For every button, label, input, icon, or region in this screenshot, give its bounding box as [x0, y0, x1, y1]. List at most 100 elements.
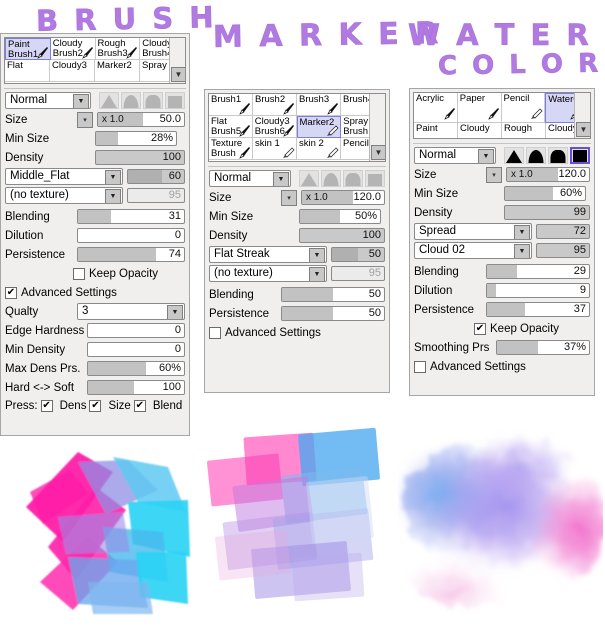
brush-shape-texture-slider[interactable]: 72: [536, 224, 590, 239]
brush-selector-grid[interactable]: Acrylic Paper Pencil WaterCo Paint Cloud…: [413, 92, 591, 139]
chevron-down-icon[interactable]: ▼: [371, 145, 385, 160]
size-unit-toggle[interactable]: ▾: [77, 111, 93, 128]
advanced-settings-checkbox[interactable]: [209, 326, 221, 339]
keep-opacity-checkbox[interactable]: ✔: [474, 322, 486, 335]
brush-grid-scrollbar[interactable]: ▼: [369, 94, 385, 161]
persistence-slider[interactable]: 50: [281, 306, 385, 321]
density-slider[interactable]: 100: [95, 150, 185, 165]
brush-cell-texture-brush[interactable]: Texture Brush: [209, 138, 253, 160]
blend-mode-select[interactable]: Normal ▼: [414, 147, 496, 164]
dilution-slider[interactable]: 9: [486, 283, 590, 298]
brush-shape-round[interactable]: [526, 147, 546, 164]
blend-mode-select[interactable]: Normal ▼: [209, 170, 291, 187]
brush-cell-brush1[interactable]: Brush1: [209, 94, 253, 116]
brush-cell-marker2[interactable]: Marker2: [296, 116, 342, 138]
brush-cell-skin-1[interactable]: skin 1: [253, 138, 297, 160]
paper-texture-select[interactable]: Cloud 02 ▼: [414, 242, 532, 259]
chevron-down-icon[interactable]: ▼: [171, 67, 185, 82]
brush-shape-flat-round[interactable]: [343, 170, 363, 187]
brush-cell-cloudy[interactable]: Cloudy: [458, 123, 502, 138]
brush-shape-texture-select[interactable]: Flat Streak ▼: [209, 246, 327, 263]
size-slider[interactable]: x 1.0 120.0: [301, 190, 385, 205]
persistence-slider[interactable]: 74: [77, 247, 185, 262]
hard-soft-slider[interactable]: 100: [87, 380, 185, 395]
advanced-settings-checkbox[interactable]: [414, 360, 426, 373]
smoothing-prs-slider[interactable]: 37%: [496, 340, 590, 355]
brush-shape-triangle[interactable]: [99, 92, 119, 109]
chevron-down-icon[interactable]: ▼: [576, 122, 590, 137]
brush-shape-texture-select[interactable]: Spread ▼: [414, 223, 532, 240]
chevron-down-icon[interactable]: ▼: [514, 244, 530, 258]
brush-shape-selector[interactable]: [504, 147, 590, 164]
chevron-down-icon[interactable]: ▼: [309, 267, 325, 281]
brush-cell-cloudy3[interactable]: Cloudy3: [50, 60, 95, 82]
brush-cell-paint-brush1[interactable]: Paint Brush1: [5, 38, 51, 60]
chevron-down-icon[interactable]: ▼: [105, 189, 121, 203]
chevron-down-icon[interactable]: ▼: [167, 305, 183, 319]
pressure-blend-checkbox[interactable]: ✔: [133, 400, 146, 412]
chevron-down-icon[interactable]: ▼: [273, 172, 289, 186]
brush-cell-pencil[interactable]: Pencil: [501, 93, 546, 123]
brush-cell-brush2[interactable]: Brush2: [253, 94, 297, 116]
brush-selector-grid[interactable]: Paint Brush1 Cloudy Brush2 Rough Brush3 …: [4, 37, 186, 84]
brush-cell-brush3[interactable]: Brush3: [297, 94, 341, 116]
min-size-slider[interactable]: 60%: [504, 186, 586, 201]
blending-slider[interactable]: 29: [486, 264, 590, 279]
paper-texture-select[interactable]: (no texture) ▼: [209, 265, 327, 282]
chevron-down-icon[interactable]: ▼: [309, 248, 325, 262]
blending-slider[interactable]: 50: [281, 287, 385, 302]
brush-shape-square[interactable]: [165, 92, 185, 109]
brush-selector-grid[interactable]: Brush1 Brush2 Brush3 Brush4 Flat Brush5 …: [208, 93, 386, 162]
brush-cell-flat-brush5[interactable]: Flat Brush5: [209, 116, 253, 138]
brush-shape-flat-round[interactable]: [143, 92, 163, 109]
density-slider[interactable]: 100: [299, 228, 385, 243]
blend-mode-select[interactable]: Normal ▼: [5, 92, 91, 109]
blending-slider[interactable]: 31: [77, 209, 185, 224]
brush-cell-skin-2[interactable]: skin 2: [297, 138, 341, 160]
paper-texture-select[interactable]: (no texture) ▼: [5, 187, 123, 204]
brush-shape-round[interactable]: [121, 92, 141, 109]
paper-texture-slider[interactable]: 95: [536, 243, 590, 258]
brush-shape-texture-slider[interactable]: 60: [127, 169, 185, 184]
keep-opacity-row[interactable]: ✔ Keep Opacity: [474, 320, 590, 337]
brush-cell-cloudy3-brush6[interactable]: Cloudy3 Brush6: [252, 116, 297, 138]
brush-cell-flat[interactable]: Flat: [5, 60, 50, 82]
brush-shape-triangle[interactable]: [299, 170, 319, 187]
brush-shape-flat-round[interactable]: [548, 147, 568, 164]
keep-opacity-checkbox[interactable]: [73, 267, 85, 280]
brush-cell-paint[interactable]: Paint: [414, 123, 458, 138]
brush-shape-selector[interactable]: [299, 170, 385, 187]
brush-cell-cloudy-brush2[interactable]: Cloudy Brush2: [50, 38, 96, 60]
dilution-slider[interactable]: 0: [77, 228, 185, 243]
brush-cell-marker2[interactable]: Marker2: [95, 60, 140, 82]
chevron-down-icon[interactable]: ▼: [73, 94, 89, 108]
keep-opacity-row[interactable]: Keep Opacity: [73, 265, 185, 282]
size-slider[interactable]: x 1.0 120.0: [506, 167, 590, 182]
brush-shape-triangle[interactable]: [504, 147, 524, 164]
persistence-slider[interactable]: 37: [486, 302, 590, 317]
size-slider[interactable]: x 1.0 50.0: [97, 112, 185, 127]
chevron-down-icon[interactable]: ▼: [514, 225, 530, 239]
brush-shape-square[interactable]: [570, 147, 590, 164]
size-unit-toggle[interactable]: ▾: [486, 166, 502, 183]
pressure-size-checkbox[interactable]: ✔: [89, 400, 102, 412]
advanced-settings-row[interactable]: Advanced Settings: [209, 324, 385, 341]
brush-cell-paper[interactable]: Paper: [457, 93, 502, 123]
brush-grid-scrollbar[interactable]: ▼: [574, 93, 590, 138]
brush-shape-texture-select[interactable]: Middle_Flat ▼: [5, 168, 123, 185]
brush-shape-selector[interactable]: [99, 92, 185, 109]
brush-grid-scrollbar[interactable]: ▼: [169, 38, 185, 83]
advanced-settings-checkbox[interactable]: ✔: [5, 286, 17, 299]
size-unit-toggle[interactable]: ▾: [281, 189, 297, 206]
brush-cell-acrylic[interactable]: Acrylic: [414, 93, 458, 123]
quality-select[interactable]: 3 ▼: [77, 303, 185, 320]
density-slider[interactable]: 99: [504, 205, 590, 220]
min-size-slider[interactable]: 50%: [299, 209, 381, 224]
brush-shape-square[interactable]: [365, 170, 385, 187]
min-size-slider[interactable]: 28%: [95, 131, 177, 146]
brush-shape-texture-slider[interactable]: 50: [331, 247, 385, 262]
edge-hardness-slider[interactable]: 0: [87, 323, 185, 338]
chevron-down-icon[interactable]: ▼: [105, 170, 121, 184]
max-dens-prs-slider[interactable]: 60%: [87, 361, 185, 376]
brush-cell-rough-brush3[interactable]: Rough Brush3: [95, 38, 141, 60]
